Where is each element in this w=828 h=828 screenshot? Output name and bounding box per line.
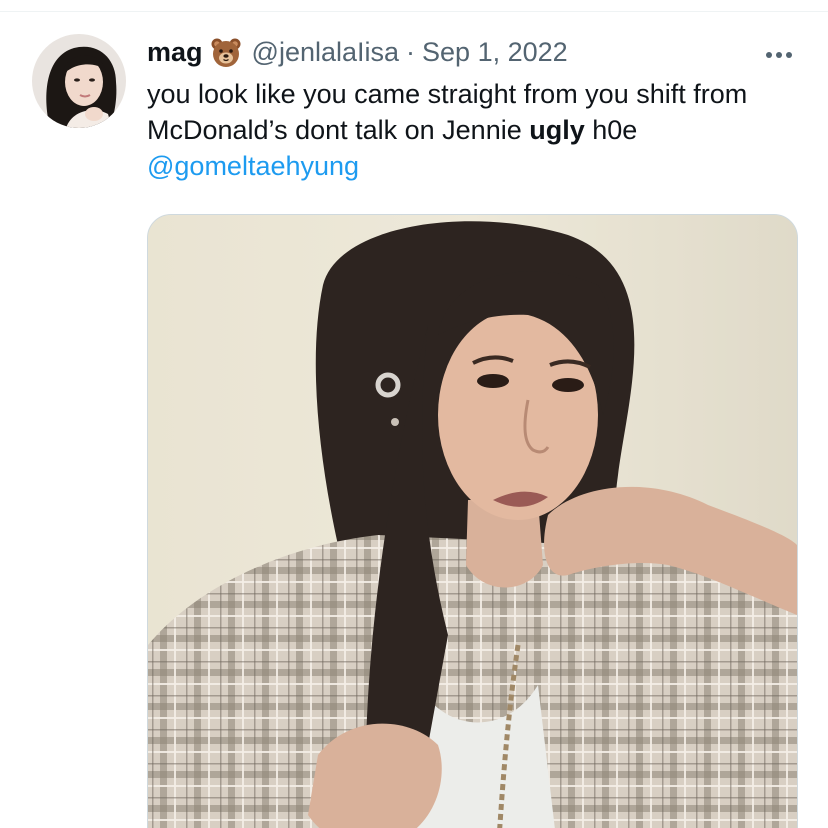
tweet-text-part1: you look like you came straight from you… [147, 79, 748, 145]
dot [786, 52, 792, 58]
tweet-photo[interactable] [147, 214, 798, 828]
avatar-image [32, 34, 126, 128]
display-name[interactable]: mag [147, 37, 203, 68]
avatar[interactable] [32, 34, 126, 128]
tweet-card: mag @jenlalaIisa · Sep 1, 2022 you look … [0, 0, 828, 828]
mention-link[interactable]: @gomeltaehyung [147, 148, 359, 184]
bear-face-icon [210, 36, 242, 68]
more-options-icon[interactable] [757, 40, 801, 70]
user-handle[interactable]: @jenlalaIisa [252, 37, 400, 68]
dot [776, 52, 782, 58]
divider [0, 11, 828, 12]
photo-image [148, 215, 797, 828]
tweet-text-part2: h0e [584, 115, 638, 145]
tweet-header: mag @jenlalaIisa · Sep 1, 2022 [147, 30, 807, 74]
dot [766, 52, 772, 58]
separator-dot: · [406, 36, 416, 67]
tweet-text: you look like you came straight from you… [147, 76, 802, 148]
tweet-body: mag @jenlalaIisa · Sep 1, 2022 you look … [147, 30, 807, 184]
tweet-text-bold: ugly [529, 115, 585, 145]
tweet-date[interactable]: Sep 1, 2022 [422, 37, 568, 68]
